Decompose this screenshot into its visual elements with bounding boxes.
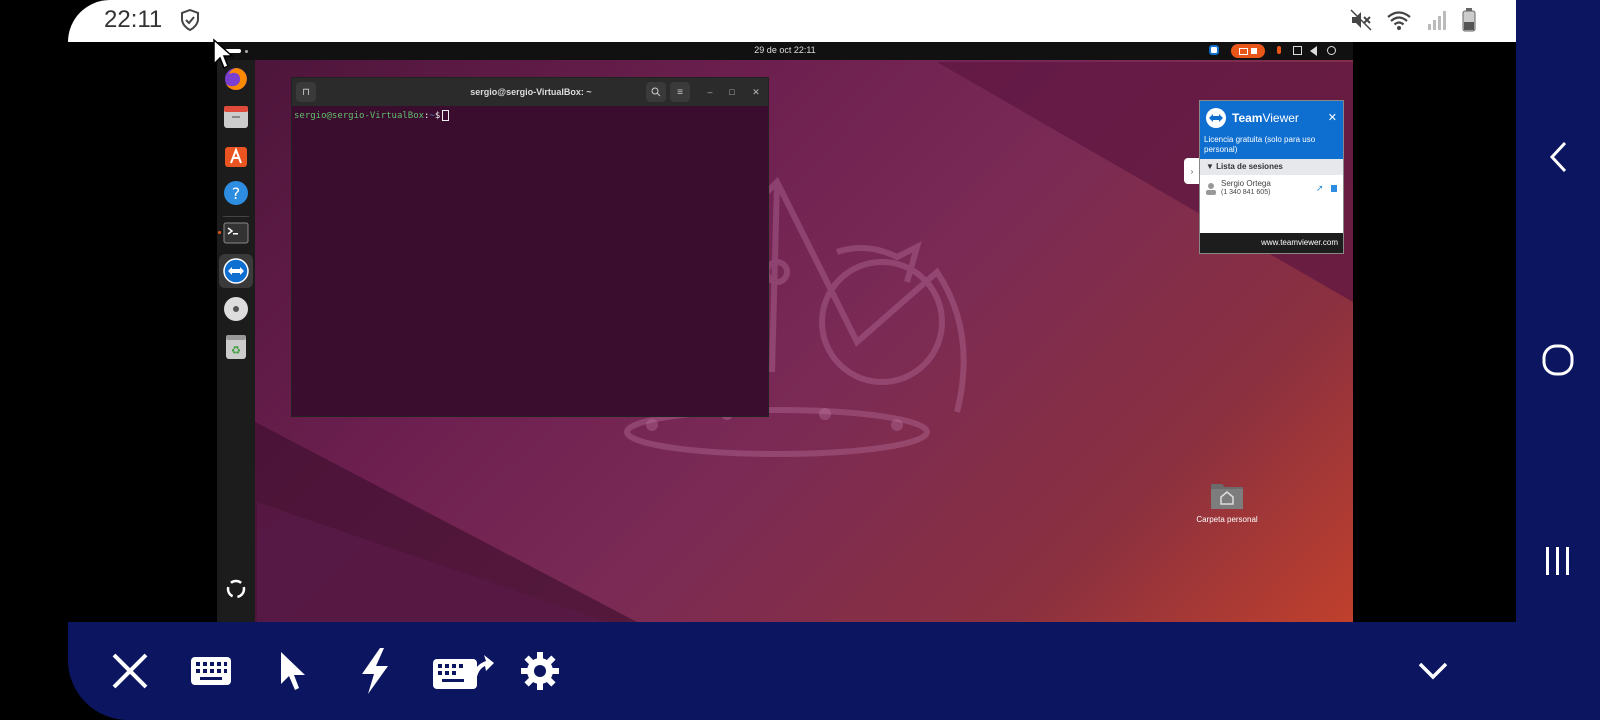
settings-icon bbox=[521, 652, 559, 690]
brand-bold: Team bbox=[1232, 111, 1263, 125]
teamviewer-header: TeamViewer ✕ Licencia gratuita (solo par… bbox=[1200, 101, 1343, 159]
android-recents-button[interactable] bbox=[1516, 546, 1600, 576]
home-circle-icon bbox=[1542, 344, 1574, 376]
stop-icon bbox=[1251, 48, 1257, 54]
close-session-button[interactable] bbox=[105, 646, 155, 696]
terminal-icon[interactable] bbox=[221, 218, 251, 248]
back-chevron-icon bbox=[1549, 141, 1567, 173]
session-name: Sergio Ortega bbox=[1221, 179, 1271, 188]
shield-check-icon bbox=[180, 8, 200, 36]
terminal-titlebar[interactable]: ⊓ sergio@sergio-VirtualBox: ~ ≡ – □ ✕ bbox=[292, 78, 768, 106]
search-icon bbox=[651, 87, 661, 97]
keyboard-icon bbox=[191, 657, 231, 685]
trash-icon[interactable]: ♻ bbox=[221, 332, 251, 362]
android-status-bar: 22:11 bbox=[68, 0, 1516, 42]
maximize-button[interactable]: □ bbox=[724, 84, 740, 100]
keyboard-special-icon bbox=[433, 655, 494, 689]
microphone-icon[interactable] bbox=[1277, 46, 1281, 54]
signal-icon bbox=[1426, 9, 1448, 36]
files-icon[interactable] bbox=[221, 102, 251, 132]
settings-button[interactable] bbox=[515, 646, 565, 696]
android-back-button[interactable] bbox=[1516, 140, 1600, 174]
help-icon[interactable]: ? bbox=[221, 178, 251, 208]
chat-icon[interactable] bbox=[1331, 185, 1337, 192]
minimize-button[interactable]: – bbox=[702, 84, 718, 100]
terminal-search-button[interactable] bbox=[646, 82, 666, 102]
app-center-icon[interactable] bbox=[221, 140, 251, 170]
pointer-icon bbox=[281, 652, 305, 690]
teamviewer-dock-icon[interactable] bbox=[219, 254, 253, 288]
teamviewer-collapse-tab[interactable]: › bbox=[1184, 158, 1200, 184]
terminal-title: sergio@sergio-VirtualBox: ~ bbox=[470, 87, 592, 97]
status-icons bbox=[1350, 8, 1476, 37]
brand-light: Viewer bbox=[1262, 111, 1299, 125]
remote-mouse-pointer bbox=[213, 38, 234, 70]
actions-button[interactable] bbox=[350, 646, 400, 696]
teamviewer-panel[interactable]: TeamViewer ✕ Licencia gratuita (solo par… bbox=[1199, 100, 1344, 254]
user-icon bbox=[1206, 183, 1216, 195]
dock-separator bbox=[223, 216, 249, 217]
running-indicator bbox=[218, 231, 221, 234]
svg-text:?: ? bbox=[232, 184, 241, 203]
sessions-header[interactable]: ▼ Lista de sesiones bbox=[1200, 159, 1343, 175]
terminal-window[interactable]: ⊓ sergio@sergio-VirtualBox: ~ ≡ – □ ✕ se… bbox=[291, 77, 769, 417]
special-keys-button[interactable] bbox=[430, 646, 496, 696]
remote-control-icon[interactable]: ➚ bbox=[1316, 183, 1324, 194]
remote-screen[interactable]: 29 de oct 22:11 ? ♻ ⊓ sergio@sergio-Virt… bbox=[68, 38, 1516, 622]
terminal-cursor bbox=[442, 110, 450, 121]
prompt-symbol: $ bbox=[434, 111, 441, 121]
collapse-toolbar-button[interactable] bbox=[1408, 646, 1458, 696]
session-item[interactable]: Sergio Ortega (1 340 841 605) ➚ bbox=[1200, 175, 1343, 233]
screen-share-icon bbox=[1239, 47, 1248, 55]
caret-down-icon: ▼ bbox=[1206, 162, 1214, 171]
recents-icon bbox=[1546, 547, 1569, 575]
network-icon[interactable] bbox=[1293, 46, 1302, 55]
topbar-clock[interactable]: 29 de oct 22:11 bbox=[217, 45, 1353, 55]
home-folder-icon bbox=[1211, 484, 1243, 509]
phone-screen: 22:11 29 de oct 22:11 ? ♻ ⊓ sergio@sergi… bbox=[0, 0, 1600, 720]
android-home-button[interactable] bbox=[1516, 343, 1600, 377]
close-icon bbox=[112, 653, 148, 689]
close-window-button[interactable]: ✕ bbox=[748, 84, 764, 100]
terminal-menu-button[interactable]: ≡ bbox=[670, 82, 690, 102]
teamviewer-toolbar bbox=[68, 622, 1516, 720]
android-navigation-bar bbox=[1516, 0, 1600, 720]
home-folder-desktop-icon[interactable]: Carpeta personal bbox=[1182, 480, 1272, 524]
battery-icon bbox=[1462, 8, 1476, 37]
teamviewer-indicator[interactable] bbox=[1209, 45, 1219, 55]
teamviewer-title: TeamViewer bbox=[1232, 111, 1299, 125]
mute-icon bbox=[1350, 9, 1372, 36]
mouse-mode-button[interactable] bbox=[268, 646, 318, 696]
ubuntu-dock: ? ♻ bbox=[217, 60, 255, 622]
ubuntu-top-bar: 29 de oct 22:11 bbox=[217, 42, 1353, 60]
session-id: (1 340 841 605) bbox=[1221, 189, 1271, 196]
screen-share-indicator[interactable] bbox=[1231, 44, 1265, 58]
wifi-icon bbox=[1386, 9, 1412, 36]
terminal-body[interactable]: sergio@sergio-VirtualBox:~$ bbox=[292, 106, 768, 125]
prompt-user: sergio@sergio-VirtualBox bbox=[294, 111, 425, 121]
power-icon[interactable] bbox=[1327, 46, 1336, 55]
chevron-down-icon bbox=[1418, 662, 1448, 680]
license-text: Licencia gratuita (solo para uso persona… bbox=[1204, 135, 1316, 154]
ubuntu-desktop[interactable]: 29 de oct 22:11 ? ♻ ⊓ sergio@sergio-Virt… bbox=[217, 42, 1353, 622]
teamviewer-logo-icon bbox=[1206, 108, 1226, 128]
keyboard-button[interactable] bbox=[186, 646, 236, 696]
status-time: 22:11 bbox=[104, 6, 163, 33]
teamviewer-footer-link[interactable]: www.teamviewer.com bbox=[1200, 233, 1343, 253]
sessions-header-label: Lista de sesiones bbox=[1216, 162, 1283, 171]
lightning-icon bbox=[362, 648, 388, 694]
volume-icon[interactable] bbox=[1310, 46, 1317, 56]
svg-text:♻: ♻ bbox=[231, 344, 241, 357]
show-apps-icon[interactable] bbox=[221, 574, 251, 604]
home-folder-label: Carpeta personal bbox=[1196, 515, 1258, 524]
teamviewer-close-button[interactable]: ✕ bbox=[1328, 111, 1337, 124]
disc-icon[interactable] bbox=[221, 294, 251, 324]
